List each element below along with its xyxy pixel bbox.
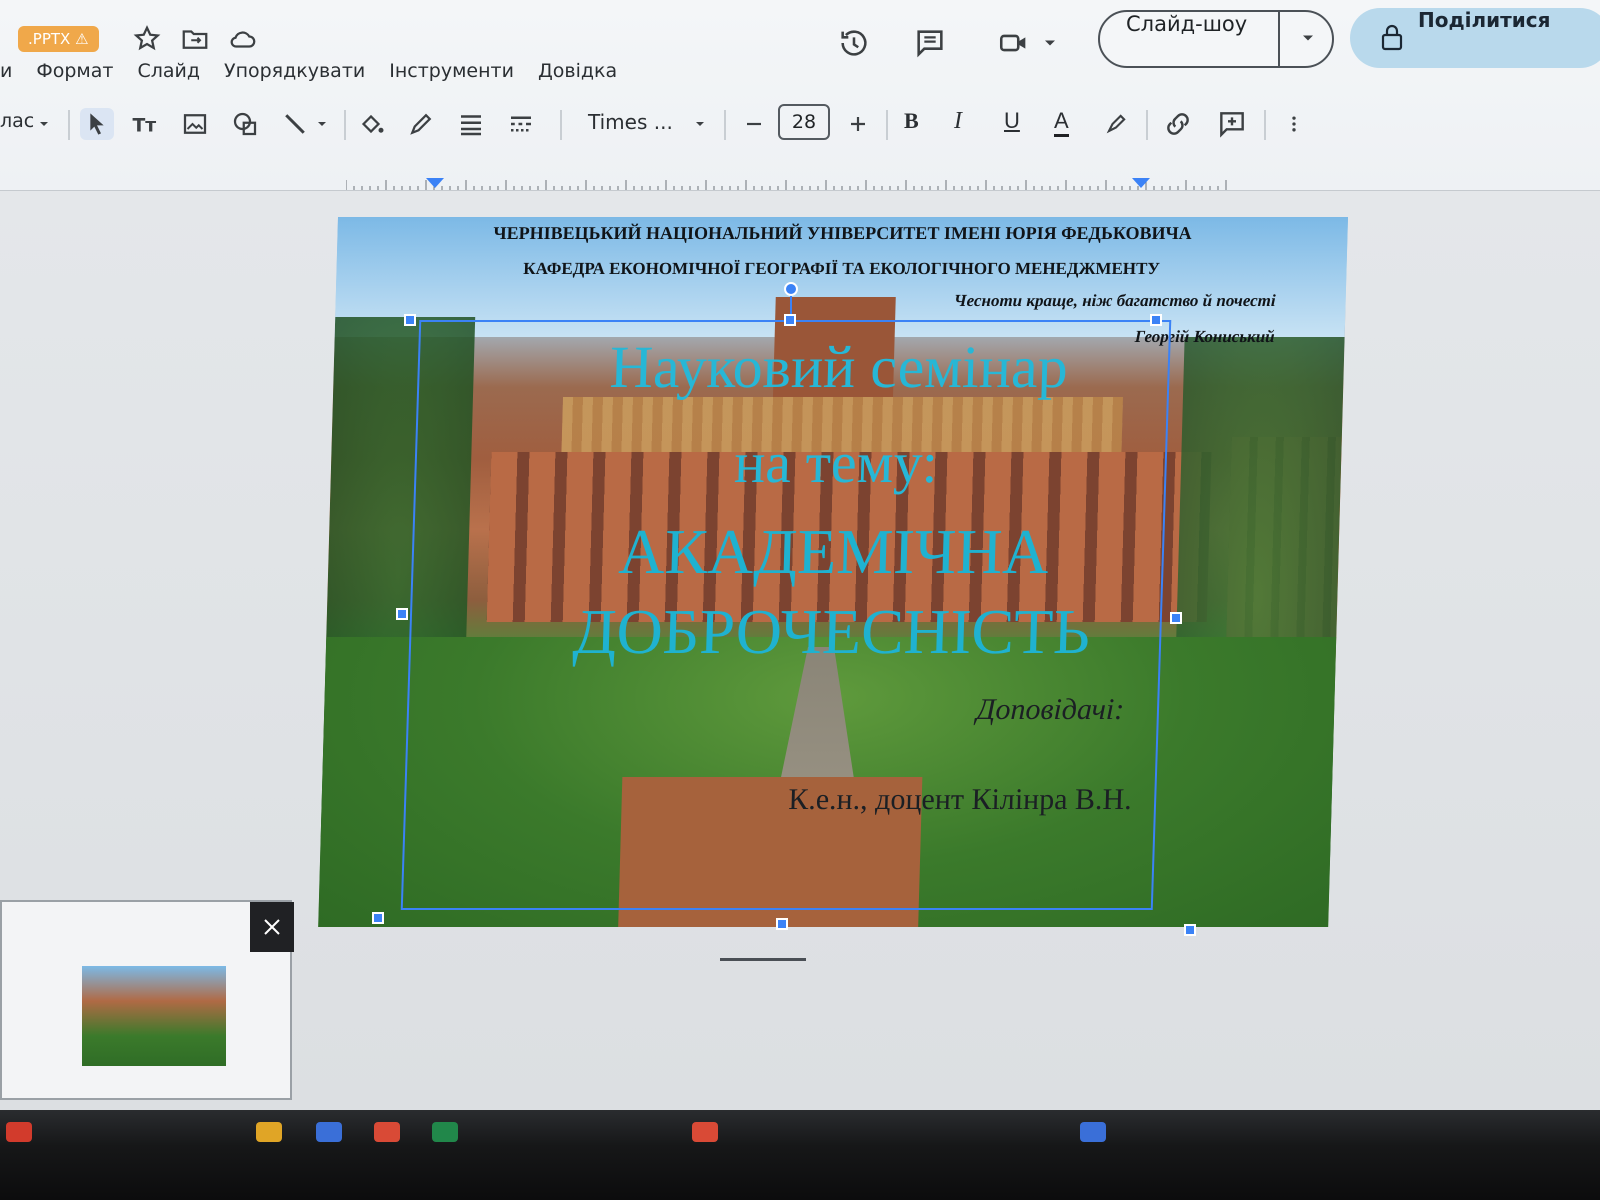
shape-icon[interactable]	[230, 108, 260, 140]
highlight-pen-icon[interactable]	[1102, 108, 1130, 140]
file-format-badge[interactable]: .PPTX ⚠	[18, 26, 99, 52]
slideshow-label: Слайд-шоу	[1126, 12, 1248, 36]
bold-button[interactable]: B	[904, 108, 919, 140]
toolbar-divider	[68, 110, 70, 140]
menu-item-slide[interactable]: Слайд	[137, 56, 200, 86]
slideshow-divider	[1278, 12, 1280, 66]
toolbar-divider	[344, 110, 346, 140]
cloud-status-icon[interactable]	[228, 24, 258, 54]
epigraph-quote[interactable]: Чесноти краще, ніж багатство й почесті	[954, 291, 1276, 311]
chevron-down-icon[interactable]	[314, 108, 330, 140]
toolbar-divider	[886, 110, 888, 140]
formatting-toolbar: лас Tт Times ... 28 B I U A	[0, 98, 1600, 150]
text-color-button[interactable]: A	[1054, 108, 1069, 137]
editor-header: .PPTX ⚠ и Формат Слайд Упорядкувати Інст…	[0, 0, 1600, 192]
share-label: Поділитися	[1418, 8, 1551, 32]
toolbar-divider	[1264, 110, 1266, 140]
close-icon	[264, 919, 280, 935]
preview-slide-thumbnail	[82, 966, 226, 1066]
spreadsheet-icon[interactable]	[432, 1122, 458, 1142]
chevron-down-icon[interactable]	[36, 108, 52, 140]
font-family-select[interactable]: Times ...	[588, 110, 673, 134]
italic-button[interactable]: I	[954, 108, 962, 140]
toolbar-divider	[724, 110, 726, 140]
menu-item-partial[interactable]: и	[0, 56, 12, 86]
resize-handle-left[interactable]	[396, 608, 408, 620]
move-folder-icon[interactable]	[180, 24, 210, 54]
text-box-icon[interactable]: Tт	[130, 108, 160, 140]
menu-item-arrange[interactable]: Упорядкувати	[224, 56, 365, 86]
toolbar-partial-label[interactable]: лас	[0, 110, 34, 132]
right-indent-marker[interactable]	[1132, 178, 1150, 188]
line-icon[interactable]	[280, 108, 310, 140]
browser-icon[interactable]	[374, 1122, 400, 1142]
app-icon[interactable]	[6, 1122, 32, 1142]
speaker-notes-drag-handle[interactable]	[720, 958, 806, 961]
border-dash-icon[interactable]	[506, 108, 536, 140]
browser-icon[interactable]	[692, 1122, 718, 1142]
meet-camera-icon[interactable]	[996, 26, 1032, 60]
text-box-selection[interactable]	[400, 320, 1172, 910]
menu-item-help[interactable]: Довідка	[538, 56, 617, 86]
share-button[interactable]: Поділитися	[1350, 8, 1600, 68]
menu-item-format[interactable]: Формат	[36, 56, 113, 86]
toolbar-divider	[560, 110, 562, 140]
resize-handle-bottom[interactable]	[776, 918, 788, 930]
chevron-down-icon[interactable]	[1040, 26, 1060, 60]
resize-handle-bottom-left[interactable]	[372, 912, 384, 924]
university-name[interactable]: ЧЕРНІВЕЦЬКИЙ НАЦІОНАЛЬНИЙ УНІВЕРСИТЕТ ІМ…	[337, 223, 1348, 244]
menu-bar: и Формат Слайд Упорядкувати Інструменти …	[0, 56, 641, 86]
menu-item-tools[interactable]: Інструменти	[389, 56, 514, 86]
os-taskbar	[0, 1110, 1600, 1200]
slideshow-options-chevron-icon[interactable]	[1298, 28, 1318, 48]
resize-handle-top-left[interactable]	[404, 314, 416, 326]
more-options-icon[interactable]	[1284, 108, 1304, 140]
comments-icon[interactable]	[912, 26, 948, 60]
link-icon[interactable]	[1162, 108, 1194, 140]
resize-handle-top[interactable]	[784, 314, 796, 326]
resize-handle-bottom-right[interactable]	[1184, 924, 1196, 936]
app-icon[interactable]	[1080, 1122, 1106, 1142]
file-explorer-icon[interactable]	[256, 1122, 282, 1142]
department-name[interactable]: КАФЕДРА ЕКОНОМІЧНОЇ ГЕОГРАФІЇ ТА ЕКОЛОГІ…	[336, 259, 1347, 279]
svg-text:Tт: Tт	[133, 116, 157, 137]
app-icon[interactable]	[316, 1122, 342, 1142]
font-size-input[interactable]: 28	[778, 104, 830, 140]
chevron-down-icon[interactable]	[692, 108, 708, 140]
warning-icon: ⚠	[75, 30, 89, 48]
lock-icon	[1381, 24, 1403, 51]
file-format-label: .PPTX	[28, 30, 71, 48]
image-icon[interactable]	[180, 108, 210, 140]
preview-close-button[interactable]	[250, 902, 294, 952]
resize-handle-right[interactable]	[1170, 612, 1182, 624]
toolbar-divider	[1146, 110, 1148, 140]
border-weight-icon[interactable]	[456, 108, 486, 140]
underline-button[interactable]: U	[1004, 108, 1020, 140]
screen-share-preview[interactable]	[0, 900, 294, 1100]
version-history-icon[interactable]	[836, 26, 872, 60]
select-cursor-icon[interactable]	[80, 108, 114, 140]
left-indent-marker[interactable]	[426, 178, 444, 188]
increase-font-size-icon[interactable]	[846, 108, 870, 140]
resize-handle-top-right[interactable]	[1150, 314, 1162, 326]
insert-comment-icon[interactable]	[1216, 108, 1248, 140]
fill-color-icon[interactable]	[356, 108, 386, 140]
border-color-icon[interactable]	[406, 108, 436, 140]
rotation-handle[interactable]	[784, 282, 798, 296]
decrease-font-size-icon[interactable]	[742, 108, 766, 140]
star-icon[interactable]	[132, 24, 162, 54]
slideshow-button[interactable]: Слайд-шоу	[1098, 10, 1334, 68]
